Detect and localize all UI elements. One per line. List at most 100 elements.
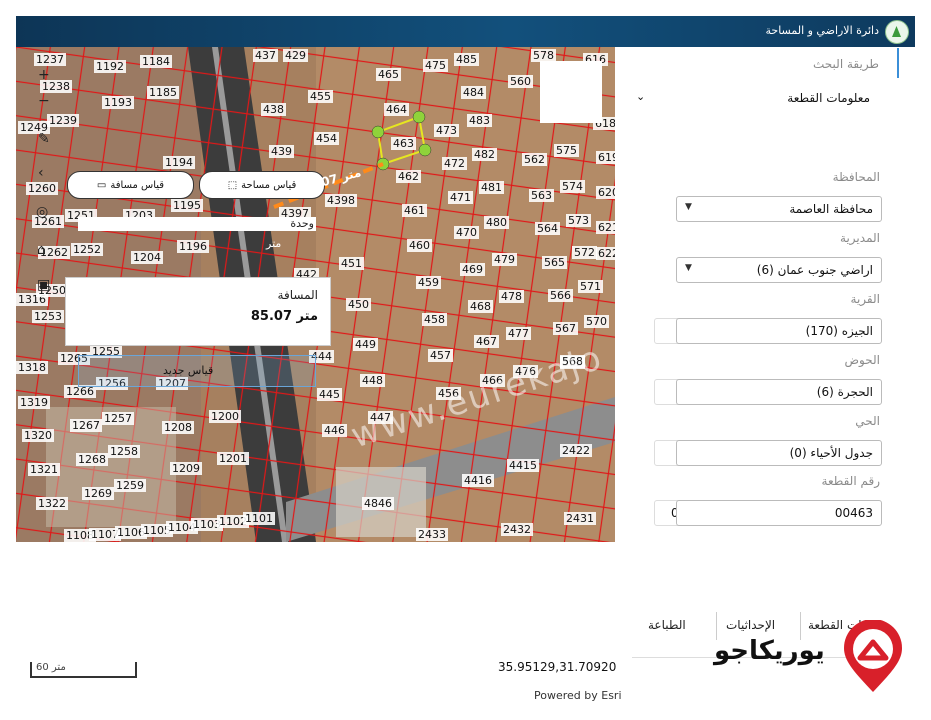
parcel-label: 1193 — [102, 96, 134, 109]
village-select[interactable]: الجيزه (170) — [676, 318, 882, 344]
governorate-select[interactable]: ▼ محافظة العاصمة — [676, 196, 882, 222]
parcel-label: 480 — [484, 216, 509, 229]
parcel-label: 1209 — [170, 462, 202, 475]
ruler-icon: ▭ — [96, 179, 107, 191]
parcel-label: 1204 — [131, 251, 163, 264]
tab-coordinates[interactable]: الإحداثيات — [726, 618, 775, 632]
parcel-label: 450 — [346, 298, 371, 311]
parcel-label: 619 — [596, 151, 615, 164]
parcel-label: 446 — [322, 424, 347, 437]
parcel-label: 571 — [578, 280, 603, 293]
parcel-label: 1269 — [82, 487, 114, 500]
new-measure-label: قياس جديد — [163, 364, 214, 377]
parcel-label: 482 — [472, 148, 497, 161]
tab-print[interactable]: الطباعة — [648, 618, 686, 632]
new-measure-button[interactable]: قياس جديد — [78, 355, 316, 387]
measure-distance-label: قياس مسافة — [110, 179, 165, 191]
parcel-label: 461 — [402, 204, 427, 217]
neighborhood-value: جدول الأحياء (0) — [789, 446, 873, 460]
dropdown-arrow-icon: ▼ — [685, 202, 692, 212]
parcel-label: 564 — [535, 222, 560, 235]
chevron-down-icon: ⌄ — [636, 90, 646, 103]
chevron-left-icon[interactable]: ‹ — [38, 165, 44, 181]
land-dept-logo-icon — [885, 20, 909, 44]
distance-popup-title: المسافة — [277, 288, 318, 302]
parcel-label: 455 — [308, 90, 333, 103]
parcel-label: 454 — [314, 132, 339, 145]
basin-select[interactable]: الحجرة (6) — [676, 379, 882, 405]
parcel-label: 1185 — [147, 86, 179, 99]
parcel-label: 477 — [506, 327, 531, 340]
directorate-select[interactable]: ▼ اراضي جنوب عمان (6) — [676, 257, 882, 283]
scale-label: 60 متر — [36, 662, 66, 673]
basin-value: الحجرة (6) — [816, 385, 873, 399]
parcel-label: 485 — [454, 53, 479, 66]
parcel-label: 468 — [468, 300, 493, 313]
parcel-label: 1319 — [18, 396, 50, 409]
parcel-label: 1322 — [36, 497, 68, 510]
distance-popup-value: 85.07 متر — [250, 309, 318, 324]
parcel-label: 460 — [407, 239, 432, 252]
directorate-label: المديرية — [840, 231, 880, 245]
parcel-label: 4415 — [507, 459, 539, 472]
parcel-label: 1259 — [114, 479, 146, 492]
parcel-label: 483 — [467, 114, 492, 127]
area-icon: ⬚ — [227, 179, 238, 191]
lock-icon[interactable]: ⌂ — [37, 242, 46, 258]
parcel-label: 437 — [253, 49, 278, 62]
parcel-label: 1252 — [71, 243, 103, 256]
parcel-label: 471 — [448, 191, 473, 204]
parcel-label: 1321 — [28, 463, 60, 476]
layers-icon[interactable]: ▣ — [37, 277, 50, 293]
parcel-label: 565 — [542, 256, 567, 269]
coordinates-readout: 35.95129,31.70920 — [498, 660, 617, 674]
measure-distance-button[interactable]: ▭ قياس مسافة — [67, 171, 194, 199]
app-header: دائرة الاراضي و المساحة — [16, 16, 915, 47]
dropdown-arrow-icon: ▼ — [685, 263, 692, 273]
search-method-value: معلومات القطعة — [787, 91, 870, 105]
map-view[interactable]: 1237 1192 1184 437 429 465 475 485 578 6… — [16, 47, 615, 542]
pencil-icon[interactable]: ✎ — [38, 131, 50, 147]
search-method-select[interactable]: ⌄ معلومات القطعة — [636, 90, 880, 108]
map-legend-box — [540, 61, 602, 123]
parcel-label: 573 — [566, 214, 591, 227]
parcel-label: 4398 — [325, 194, 357, 207]
parcel-label: 445 — [317, 388, 342, 401]
brand-name: يوريكاجو — [714, 636, 825, 666]
parcel-label: 465 — [376, 68, 401, 81]
village-label: القرية — [850, 292, 880, 306]
parcel-label: 481 — [479, 181, 504, 194]
parcel-number-label: رقم القطعة — [821, 474, 880, 488]
parcel-label: 620 — [596, 186, 615, 199]
parcel-label: 1318 — [16, 361, 48, 374]
parcel-label: 439 — [269, 145, 294, 158]
parcel-label: 1194 — [163, 156, 195, 169]
parcel-label: 1200 — [209, 410, 241, 423]
parcel-label: 1258 — [108, 445, 140, 458]
zoom-out-icon[interactable]: − — [38, 93, 50, 109]
parcel-label: 1253 — [32, 310, 64, 323]
zoom-in-icon[interactable]: + — [38, 67, 50, 83]
neighborhood-select[interactable]: جدول الأحياء (0) — [676, 440, 882, 466]
unit-field[interactable]: وحدة — [78, 217, 316, 231]
search-method-tab[interactable]: طريقة البحث — [813, 57, 879, 71]
locate-icon[interactable]: ◎ — [36, 204, 48, 220]
parcel-number-value: 00463 — [834, 506, 873, 520]
parcel-label: 470 — [454, 226, 479, 239]
parcel-label: 622 — [596, 247, 615, 260]
parcel-label: 1267 — [70, 419, 102, 432]
directorate-value: اراضي جنوب عمان (6) — [756, 263, 873, 277]
parcel-label: 1192 — [94, 60, 126, 73]
unit-value: متر — [266, 237, 282, 250]
parcel-label: 1184 — [140, 55, 172, 68]
parcel-label: 1239 — [47, 114, 79, 127]
parcel-label: 1208 — [162, 421, 194, 434]
measure-area-label: قياس مساحة — [241, 179, 297, 191]
parcel-label: 484 — [461, 86, 486, 99]
parcel-label: 2422 — [560, 444, 592, 457]
governorate-value: محافظة العاصمة — [789, 202, 873, 216]
parcel-label: 438 — [261, 103, 286, 116]
governorate-label: المحافظة — [832, 170, 880, 184]
parcel-label: 472 — [442, 157, 467, 170]
parcel-number-input[interactable]: 00463 — [676, 500, 882, 526]
